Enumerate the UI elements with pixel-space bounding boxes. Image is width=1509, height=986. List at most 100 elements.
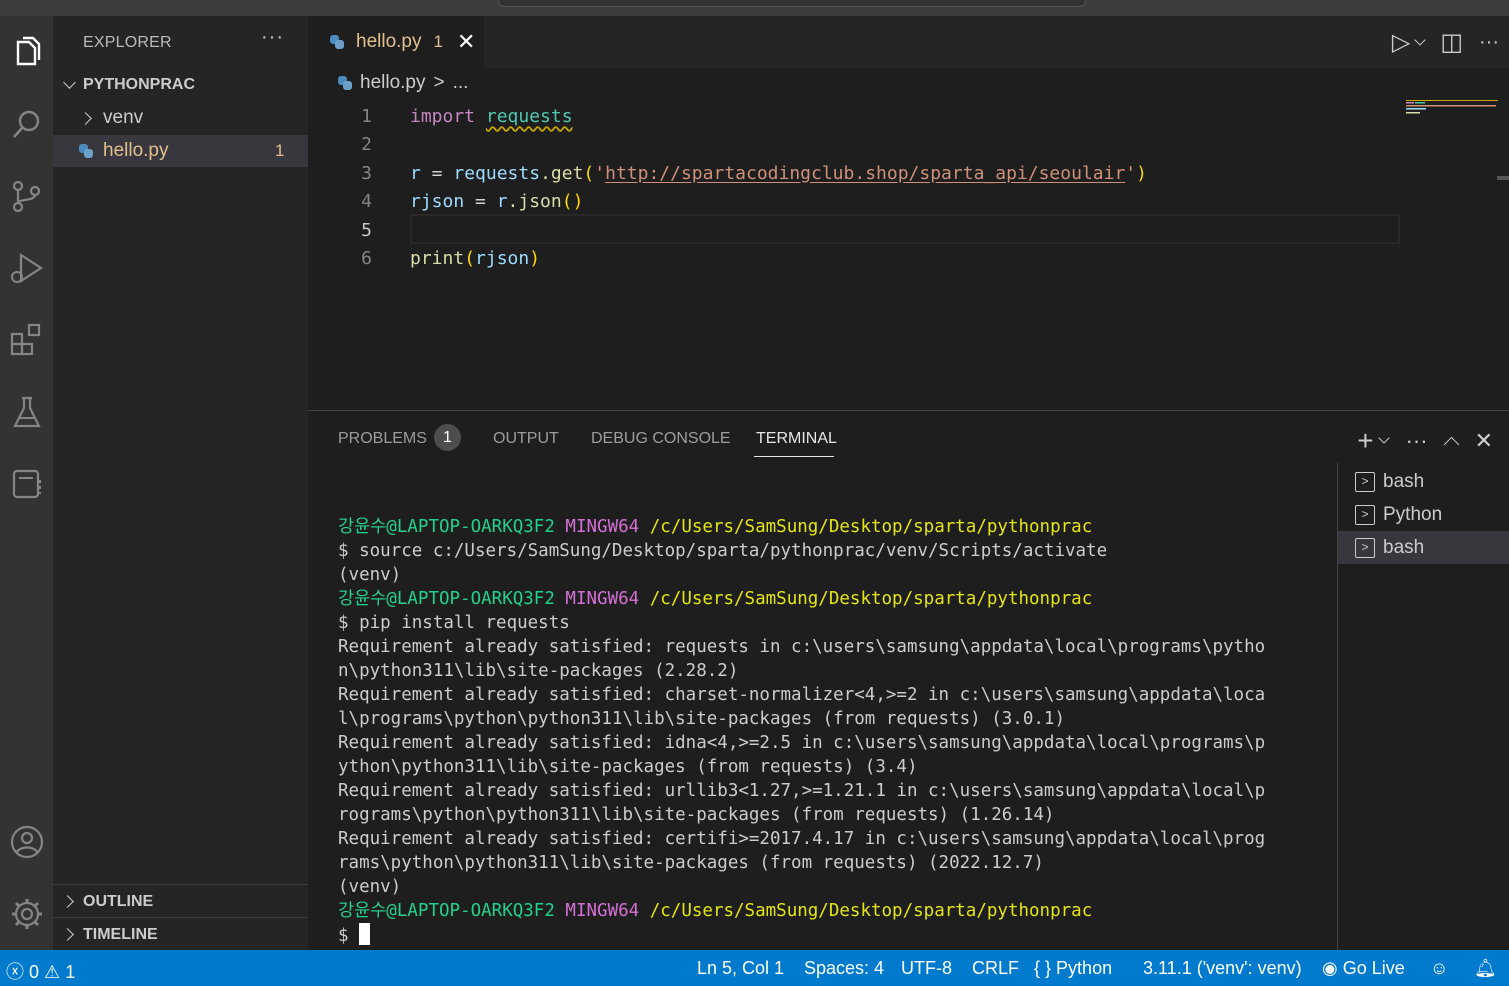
chevron-down-icon[interactable] xyxy=(1414,33,1426,46)
new-terminal-icon[interactable]: + xyxy=(1357,425,1373,457)
problems-status[interactable]: ⓧ 0 ⚠ 1 xyxy=(6,958,75,984)
search-icon[interactable] xyxy=(0,100,53,148)
outline-section-header[interactable]: OUTLINE xyxy=(53,884,308,917)
terminal-line: Requirement already satisfied: urllib3<1… xyxy=(338,781,1266,801)
terminal-input-line[interactable]: $ xyxy=(338,923,1333,948)
split-editor-icon[interactable]: ◫ xyxy=(1440,28,1463,57)
folder-header-pythonprac[interactable]: PYTHONPRAC xyxy=(53,74,308,98)
breadcrumb-file[interactable]: hello.py xyxy=(360,72,426,94)
tab-terminal[interactable]: TERMINAL xyxy=(756,430,837,448)
notifications-bell-icon[interactable]: 🔔︎ xyxy=(1474,958,1497,979)
code-line: 2 xyxy=(308,130,1408,158)
terminal-prompt-line: 강윤수@LAPTOP-OARKQ3F2 MINGW64 /c/Users/Sam… xyxy=(338,517,1093,537)
code-line: 1 import requests xyxy=(308,102,1408,130)
indentation-status[interactable]: Spaces: 4 xyxy=(804,958,884,979)
editor-scrollbar[interactable] xyxy=(1497,176,1509,180)
language-mode[interactable]: { } Python xyxy=(1034,958,1112,979)
chevron-down-icon xyxy=(63,76,76,89)
status-bar: ⓧ 0 ⚠ 1 Ln 5, Col 1 Spaces: 4 UTF-8 CRLF… xyxy=(0,950,1509,986)
terminal-line: Requirement already satisfied: certifi>=… xyxy=(338,829,1266,849)
terminal-label: bash xyxy=(1383,536,1425,558)
cursor-position[interactable]: Ln 5, Col 1 xyxy=(697,958,784,979)
close-icon[interactable]: ✕ xyxy=(1475,428,1493,454)
python-file-icon xyxy=(330,35,344,49)
explorer-icon[interactable] xyxy=(0,28,53,76)
tab-hello-py[interactable]: hello.py 1 ✕ xyxy=(308,16,484,68)
interpreter-status[interactable]: 3.11.1 ('venv': venv) xyxy=(1143,958,1302,979)
eol-status[interactable]: CRLF xyxy=(972,958,1019,979)
tree-item-venv[interactable]: venv xyxy=(53,102,308,134)
sidebar-title: EXPLORER xyxy=(83,34,172,51)
sidebar-more-button[interactable]: ··· xyxy=(261,26,284,49)
code-token: r xyxy=(410,162,421,184)
chevron-right-icon xyxy=(61,895,74,908)
tab-debug-console[interactable]: DEBUG CONSOLE xyxy=(591,430,731,448)
broadcast-icon: ◉ xyxy=(1322,958,1338,978)
panel-actions: + ··· ✕ xyxy=(1357,425,1493,457)
timeline-label: TIMELINE xyxy=(83,926,158,943)
command-center[interactable] xyxy=(498,0,1086,7)
editor-actions: ▷ ◫ ··· xyxy=(1392,28,1499,57)
warning-count: 1 xyxy=(65,962,76,982)
terminal-line: Requirement already satisfied: requests … xyxy=(338,637,1266,657)
minimap[interactable] xyxy=(1406,100,1498,120)
terminal-line: n\python311\lib\site-packages (2.28.2) xyxy=(338,661,739,681)
chevron-right-icon xyxy=(61,928,74,941)
extensions-icon[interactable] xyxy=(0,316,53,364)
code-token: = xyxy=(464,190,497,212)
account-icon[interactable] xyxy=(0,818,53,866)
editor-tab-bar: hello.py 1 ✕ ▷ ◫ ··· xyxy=(308,16,1509,68)
terminal-icon: > xyxy=(1355,471,1375,492)
code-editor[interactable]: 1 import requests 2 3 r = requests.get('… xyxy=(308,100,1509,410)
code-url[interactable]: http://spartacodingclub.shop/sparta_api/… xyxy=(605,163,1125,184)
chevron-down-icon[interactable] xyxy=(1377,432,1390,444)
python-file-icon xyxy=(338,76,352,90)
line-number: 2 xyxy=(361,133,372,155)
terminal-label: bash xyxy=(1383,470,1425,492)
breadcrumb: hello.py > ... xyxy=(338,72,468,94)
settings-gear-icon[interactable] xyxy=(0,890,53,938)
code-token: .json xyxy=(507,190,562,212)
terminal-list-item[interactable]: > Python xyxy=(1338,498,1509,531)
code-token: rjson xyxy=(410,190,465,212)
tab-problems[interactable]: PROBLEMS xyxy=(338,430,427,448)
terminal-output[interactable]: 강윤수@LAPTOP-OARKQ3F2 MINGW64 /c/Users/Sam… xyxy=(338,491,1333,986)
go-live-button[interactable]: ◉ Go Live xyxy=(1322,958,1405,979)
feedback-icon[interactable]: ☺ xyxy=(1430,958,1448,979)
timeline-section-header[interactable]: TIMELINE xyxy=(53,917,308,950)
tree-item-hello-py[interactable]: hello.py 1 xyxy=(53,135,308,167)
terminal-icon: > xyxy=(1355,504,1375,525)
terminal-line: l\programs\python\python311\lib\site-pac… xyxy=(338,709,1065,729)
breadcrumb-rest[interactable]: ... xyxy=(453,72,469,94)
error-icon: ⓧ xyxy=(6,962,24,982)
warning-icon: ⚠ xyxy=(44,962,61,982)
remote-explorer-icon[interactable] xyxy=(0,460,53,508)
chevron-right-icon xyxy=(79,112,92,125)
run-icon[interactable]: ▷ xyxy=(1392,28,1410,57)
tab-output[interactable]: OUTPUT xyxy=(493,430,559,448)
terminal-list-item[interactable]: > bash xyxy=(1338,531,1509,564)
line-number: 6 xyxy=(361,247,372,269)
terminal-prompt-line: 강윤수@LAPTOP-OARKQ3F2 MINGW64 /c/Users/Sam… xyxy=(338,901,1093,921)
code-token: .get xyxy=(540,162,584,184)
braces-icon: { } xyxy=(1034,958,1052,978)
terminal-list-item[interactable]: > bash xyxy=(1338,465,1509,498)
terminal-line: (venv) xyxy=(338,877,402,897)
python-file-icon xyxy=(79,144,93,158)
folder-label: PYTHONPRAC xyxy=(83,76,196,93)
close-icon[interactable]: ✕ xyxy=(457,29,475,55)
code-token: = xyxy=(420,162,454,184)
encoding-status[interactable]: UTF-8 xyxy=(901,958,952,979)
testing-icon[interactable] xyxy=(0,388,53,436)
code-token: import xyxy=(410,105,476,127)
run-debug-icon[interactable] xyxy=(0,244,53,292)
more-actions-icon[interactable]: ··· xyxy=(1406,428,1428,454)
terminal-line: Requirement already satisfied: idna<4,>=… xyxy=(338,733,1266,753)
maximize-panel-icon[interactable] xyxy=(1443,436,1459,452)
terminal-line: $ source c:/Users/SamSung/Desktop/sparta… xyxy=(338,541,1108,561)
more-actions-icon[interactable]: ··· xyxy=(1479,31,1499,54)
terminal-line: Requirement already satisfied: charset-n… xyxy=(338,685,1266,705)
terminal-line: (venv) xyxy=(338,565,402,585)
source-control-icon[interactable] xyxy=(0,172,53,220)
line-number: 5 xyxy=(361,219,372,241)
